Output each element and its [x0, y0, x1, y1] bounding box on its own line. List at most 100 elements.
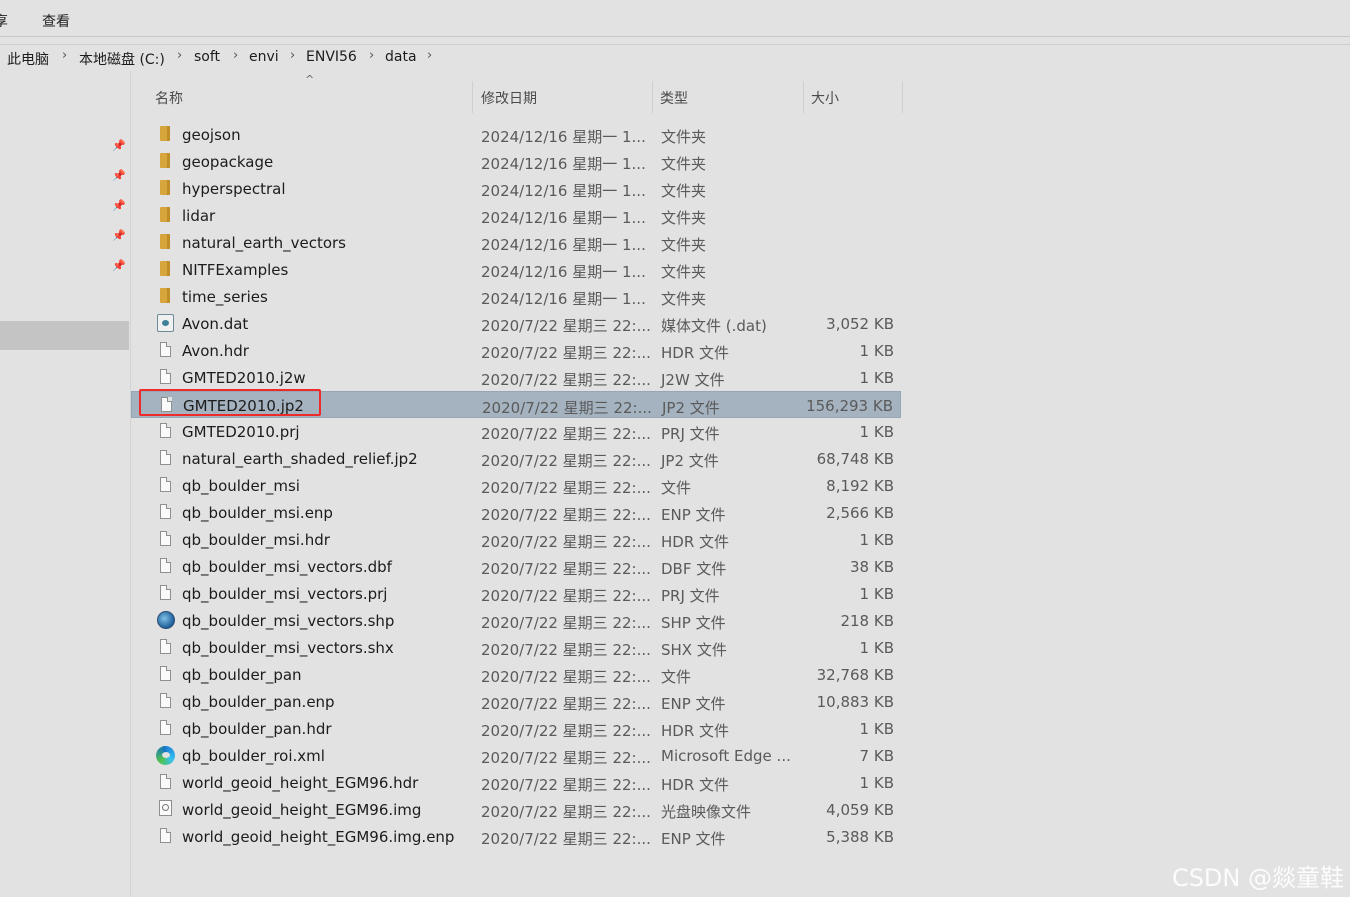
table-row[interactable]: qb_boulder_msi 2020/7/22 星期三 22:... 文件 8,19…: [131, 472, 901, 499]
table-row[interactable]: natural_earth_vectors 2024/12/16 星期一 1...…: [131, 229, 901, 256]
table-row[interactable]: Avon.dat 2020/7/22 星期三 22:... 媒体文件 (.dat) 3…: [131, 310, 901, 337]
file-icon: [160, 585, 171, 600]
table-row[interactable]: qb_boulder_pan.enp 2020/7/22 星期三 22:... EN…: [131, 688, 901, 715]
column-header-name[interactable]: 名称: [155, 88, 183, 108]
chevron-right-icon[interactable]: ›: [177, 48, 182, 63]
table-row[interactable]: qb_boulder_pan.hdr 2020/7/22 星期三 22:... HD…: [131, 715, 901, 742]
table-row[interactable]: hyperspectral 2024/12/16 星期一 1... 文件夹: [131, 175, 901, 202]
file-type: 文件: [661, 668, 692, 686]
ribbon-tab-share[interactable]: 享: [0, 11, 8, 31]
column-header-type[interactable]: 类型: [660, 88, 688, 108]
folder-icon: [160, 234, 170, 249]
pin-icon: 📌: [112, 259, 126, 272]
file-date: 2020/7/22 星期三 22:...: [481, 317, 651, 335]
file-type: ENP 文件: [661, 830, 726, 848]
table-row[interactable]: world_geoid_height_EGM96.img 2020/7/22 星期…: [131, 796, 901, 823]
file-type: HDR 文件: [661, 722, 730, 740]
file-icon: [160, 369, 171, 384]
chevron-right-icon[interactable]: ›: [62, 48, 67, 63]
table-row[interactable]: qb_boulder_msi_vectors.shx 2020/7/22 星期三 …: [131, 634, 901, 661]
chevron-right-icon[interactable]: ›: [290, 48, 295, 63]
file-icon: [160, 423, 171, 438]
table-row[interactable]: geopackage 2024/12/16 星期一 1... 文件夹: [131, 148, 901, 175]
file-type: SHP 文件: [661, 614, 726, 632]
file-name: qb_boulder_pan: [182, 666, 302, 684]
crumb-envi56[interactable]: ENVI56: [306, 49, 357, 65]
file-size: 38 KB: [850, 558, 894, 576]
table-row[interactable]: qb_boulder_msi_vectors.dbf 2020/7/22 星期三 …: [131, 553, 901, 580]
file-name: qb_boulder_msi.hdr: [182, 531, 330, 549]
table-row[interactable]: geojson 2024/12/16 星期一 1... 文件夹: [131, 121, 901, 148]
file-type: JP2 文件: [662, 399, 720, 417]
file-type: ENP 文件: [661, 695, 726, 713]
column-divider[interactable]: [472, 81, 473, 113]
table-row[interactable]: natural_earth_shaded_relief.jp2 2020/7/22…: [131, 445, 901, 472]
chevron-right-icon[interactable]: ›: [233, 48, 238, 63]
crumb-data[interactable]: data: [385, 49, 417, 65]
table-row[interactable]: NITFExamples 2024/12/16 星期一 1... 文件夹: [131, 256, 901, 283]
pin-icon: 📌: [112, 139, 126, 152]
watermark: CSDN @燚童鞋: [1171, 864, 1344, 892]
file-name: qb_boulder_msi.enp: [182, 504, 333, 522]
table-row[interactable]: Avon.hdr 2020/7/22 星期三 22:... HDR 文件 1 KB: [131, 337, 901, 364]
file-name: qb_boulder_pan.enp: [182, 693, 335, 711]
file-type: 媒体文件 (.dat): [661, 317, 767, 335]
navigation-pane: 📌 📌 📌 📌 📌: [0, 71, 131, 897]
file-size: 1 KB: [859, 585, 894, 603]
crumb-soft[interactable]: soft: [194, 49, 220, 65]
column-divider[interactable]: [902, 81, 903, 113]
column-header-size[interactable]: 大小: [811, 88, 839, 108]
table-row[interactable]: qb_boulder_msi_vectors.prj 2020/7/22 星期三 …: [131, 580, 901, 607]
file-size: 1 KB: [859, 774, 894, 792]
ribbon-tab-view[interactable]: 查看: [42, 11, 70, 31]
table-row[interactable]: time_series 2024/12/16 星期一 1... 文件夹: [131, 283, 901, 310]
pin-icon: 📌: [112, 199, 126, 212]
table-row[interactable]: qb_boulder_msi_vectors.shp 2020/7/22 星期三 …: [131, 607, 901, 634]
file-icon: [160, 666, 171, 681]
file-name: world_geoid_height_EGM96.hdr: [182, 774, 419, 792]
annotation-highlight-box: [139, 389, 321, 416]
file-type: 文件夹: [661, 155, 707, 173]
crumb-local-disk[interactable]: 本地磁盘 (C:): [79, 49, 165, 69]
file-size: 1 KB: [859, 423, 894, 441]
column-header-date[interactable]: 修改日期: [481, 88, 537, 108]
file-date: 2020/7/22 星期三 22:...: [481, 614, 651, 632]
table-row[interactable]: qb_boulder_roi.xml 2020/7/22 星期三 22:... Mi…: [131, 742, 901, 769]
file-size: 7 KB: [859, 747, 894, 765]
table-row[interactable]: GMTED2010.prj 2020/7/22 星期三 22:... PRJ 文件 1…: [131, 418, 901, 445]
file-icon: [160, 774, 171, 789]
nav-selected-item[interactable]: [0, 321, 129, 350]
file-name: qb_boulder_msi: [182, 477, 300, 495]
table-row[interactable]: world_geoid_height_EGM96.hdr 2020/7/22 星期…: [131, 769, 901, 796]
file-name: qb_boulder_msi_vectors.shp: [182, 612, 395, 630]
crumb-this-pc[interactable]: 此电脑: [7, 49, 49, 69]
table-row[interactable]: qb_boulder_pan 2020/7/22 星期三 22:... 文件 32,7…: [131, 661, 901, 688]
file-type: 光盘映像文件: [661, 803, 752, 821]
file-icon: [160, 828, 171, 843]
breadcrumb[interactable]: 此电脑 › 本地磁盘 (C:) › soft › envi › ENVI56 ›…: [0, 44, 1350, 72]
file-date: 2020/7/22 星期三 22:...: [481, 371, 651, 389]
chevron-right-icon[interactable]: ›: [369, 48, 374, 63]
file-date: 2024/12/16 星期一 1...: [481, 263, 646, 281]
table-row[interactable]: qb_boulder_msi.hdr 2020/7/22 星期三 22:... HD…: [131, 526, 901, 553]
folder-icon: [160, 126, 170, 141]
file-type: SHX 文件: [661, 641, 727, 659]
table-row[interactable]: world_geoid_height_EGM96.img.enp 2020/7/2…: [131, 823, 901, 850]
crumb-envi[interactable]: envi: [249, 49, 279, 65]
pin-icon: 📌: [112, 169, 126, 182]
file-type: 文件夹: [661, 263, 707, 281]
file-type: HDR 文件: [661, 776, 730, 794]
column-divider[interactable]: [803, 81, 804, 113]
file-name: GMTED2010.j2w: [182, 369, 306, 387]
globe-icon: [157, 611, 175, 629]
file-icon: [160, 504, 171, 519]
file-icon: [160, 477, 171, 492]
table-row[interactable]: GMTED2010.j2w 2020/7/22 星期三 22:... J2W 文件 1…: [131, 364, 901, 391]
table-row[interactable]: qb_boulder_msi.enp 2020/7/22 星期三 22:... EN…: [131, 499, 901, 526]
file-size: 8,192 KB: [826, 477, 894, 495]
file-type: DBF 文件: [661, 560, 727, 578]
chevron-right-icon[interactable]: ›: [427, 48, 432, 63]
table-row[interactable]: lidar 2024/12/16 星期一 1... 文件夹: [131, 202, 901, 229]
disc-image-icon: [159, 800, 172, 816]
column-divider[interactable]: [652, 81, 653, 113]
